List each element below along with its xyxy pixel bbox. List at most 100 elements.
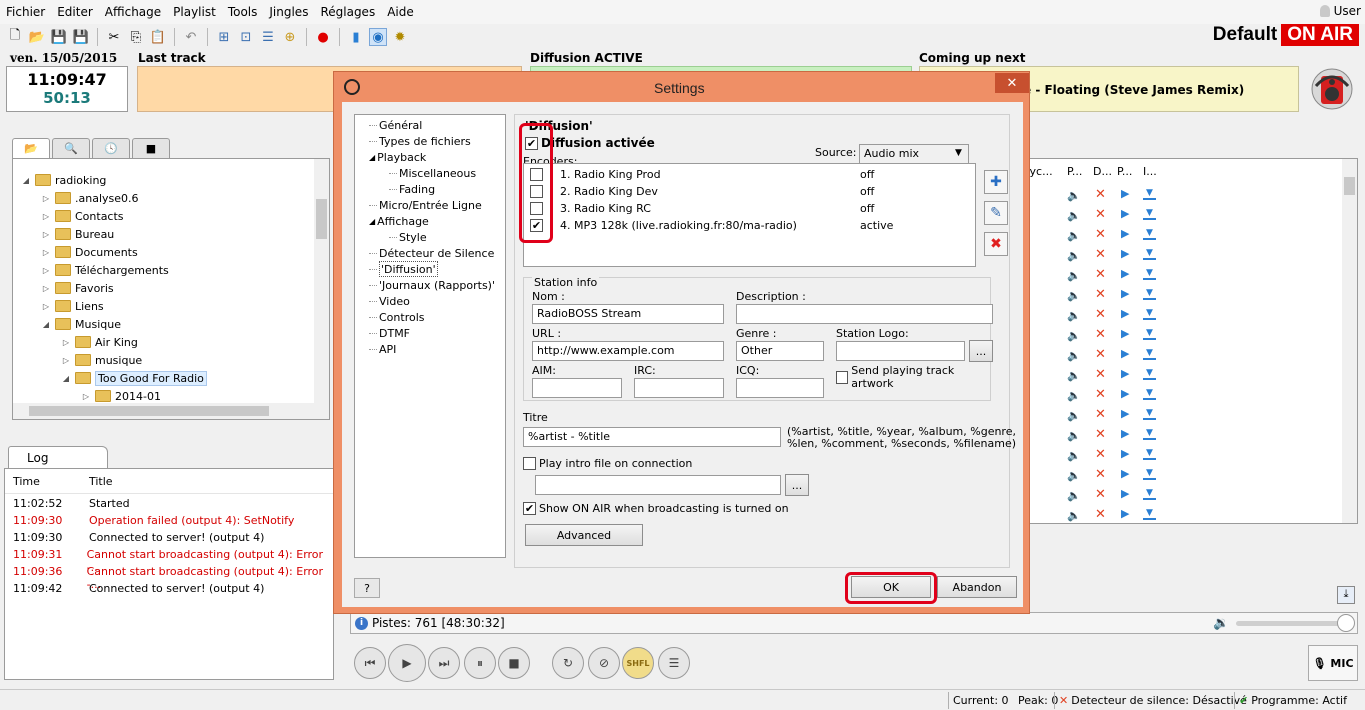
nav-file-types[interactable]: Types de fichiers bbox=[369, 133, 471, 149]
add-playlist-icon[interactable]: ☰ bbox=[259, 28, 277, 46]
tree-item[interactable]: ▷ Téléchargements bbox=[41, 261, 169, 279]
genre-input[interactable]: Other bbox=[736, 341, 824, 361]
repeat-button[interactable]: ↻ bbox=[552, 647, 584, 679]
insert-icon[interactable]: ▼ bbox=[1143, 229, 1156, 240]
delete-encoder-button[interactable]: ✖ bbox=[984, 232, 1008, 256]
preview-speaker-icon[interactable]: 🔈 bbox=[1067, 389, 1081, 402]
browse-intro-button[interactable]: ... bbox=[785, 474, 809, 496]
grid-vertical-scrollbar[interactable] bbox=[1342, 159, 1357, 523]
delete-icon[interactable]: ✕ bbox=[1095, 507, 1106, 522]
expand-icon[interactable]: ▷ bbox=[61, 356, 71, 365]
play-icon[interactable]: ▶ bbox=[1121, 367, 1129, 380]
url-input[interactable]: http://www.example.com bbox=[532, 341, 724, 361]
delete-icon[interactable]: ✕ bbox=[1095, 387, 1106, 402]
download-icon[interactable]: ⤓ bbox=[1337, 586, 1355, 604]
log-row-error[interactable]: 11:09:30 Operation failed (output 4): Set… bbox=[13, 514, 294, 531]
nav-api[interactable]: API bbox=[369, 341, 396, 357]
nav-controls[interactable]: Controls bbox=[369, 309, 425, 325]
grid-row[interactable]: 🔈 ✕ ▶ ▼ bbox=[1019, 465, 1341, 485]
tree-item[interactable]: ▷ Air King bbox=[61, 333, 138, 351]
grid-row[interactable]: 🔈 ✕ ▶ ▼ bbox=[1019, 365, 1341, 385]
scrollbar-thumb[interactable] bbox=[316, 199, 327, 239]
grid-row[interactable]: 🔈 ✕ ▶ ▼ bbox=[1019, 345, 1341, 365]
nav-video[interactable]: Video bbox=[369, 293, 410, 309]
insert-icon[interactable]: ▼ bbox=[1143, 509, 1156, 520]
insert-icon[interactable]: ▼ bbox=[1143, 389, 1156, 400]
encoder-row[interactable]: 2. Radio King Dev off bbox=[530, 183, 970, 200]
grid-row[interactable]: 🔈 ✕ ▶ ▼ bbox=[1019, 405, 1341, 425]
user-menu[interactable]: User bbox=[1319, 4, 1361, 18]
insert-icon[interactable]: ▼ bbox=[1143, 449, 1156, 460]
collapse-icon[interactable]: ◢ bbox=[41, 320, 51, 329]
insert-icon[interactable]: ▼ bbox=[1143, 429, 1156, 440]
tree-item[interactable]: ◢ radioking bbox=[21, 171, 107, 189]
expand-icon[interactable]: ▷ bbox=[81, 392, 91, 401]
menu-tools[interactable]: Tools bbox=[222, 5, 264, 19]
preview-speaker-icon[interactable]: 🔈 bbox=[1067, 249, 1081, 262]
preview-speaker-icon[interactable]: 🔈 bbox=[1067, 349, 1081, 362]
edit-encoder-button[interactable]: ✎ bbox=[984, 201, 1008, 225]
grid-row[interactable]: 🔈 ✕ ▶ ▼ bbox=[1019, 325, 1341, 345]
grid-row[interactable]: 🔈 ✕ ▶ ▼ bbox=[1019, 205, 1341, 225]
play-icon[interactable]: ▶ bbox=[1121, 387, 1129, 400]
delete-icon[interactable]: ✕ bbox=[1095, 247, 1106, 262]
expand-icon[interactable]: ▷ bbox=[41, 194, 51, 203]
play-icon[interactable]: ▶ bbox=[1121, 347, 1129, 360]
collapse-icon[interactable]: ◢ bbox=[369, 153, 375, 162]
block-button[interactable]: ⊘ bbox=[588, 647, 620, 679]
preview-speaker-icon[interactable]: 🔈 bbox=[1067, 429, 1081, 442]
nav-style[interactable]: Style bbox=[389, 229, 427, 245]
tab-library[interactable]: ■ bbox=[132, 138, 170, 158]
menu-aide[interactable]: Aide bbox=[381, 5, 420, 19]
menu-jingles[interactable]: Jingles bbox=[263, 5, 314, 19]
new-file-icon[interactable]: 🗋 bbox=[6, 28, 24, 46]
play-icon[interactable]: ▶ bbox=[1121, 447, 1129, 460]
undo-icon[interactable]: ↶ bbox=[182, 28, 200, 46]
play-icon[interactable]: ▶ bbox=[1121, 427, 1129, 440]
aim-input[interactable] bbox=[532, 378, 622, 398]
next-button[interactable]: ⏭ bbox=[428, 647, 460, 679]
play-icon[interactable]: ▶ bbox=[1121, 407, 1129, 420]
play-icon[interactable]: ▶ bbox=[1121, 507, 1129, 520]
grid-col-header[interactable]: I... bbox=[1143, 165, 1157, 178]
expand-icon[interactable]: ▷ bbox=[41, 284, 51, 293]
description-input[interactable] bbox=[736, 304, 993, 324]
nav-miscellaneous[interactable]: Miscellaneous bbox=[389, 165, 476, 181]
save-all-icon[interactable]: 💾 bbox=[72, 28, 90, 46]
play-intro-checkbox[interactable]: Play intro file on connection bbox=[523, 457, 692, 470]
delete-icon[interactable]: ✕ bbox=[1095, 207, 1106, 222]
encoder-row[interactable]: 1. Radio King Prod off bbox=[530, 166, 970, 183]
grid-col-header[interactable]: P... bbox=[1117, 165, 1132, 178]
play-icon[interactable]: ▶ bbox=[1121, 187, 1129, 200]
tree-horizontal-scrollbar[interactable] bbox=[13, 403, 329, 419]
preview-speaker-icon[interactable]: 🔈 bbox=[1067, 289, 1081, 302]
insert-icon[interactable]: ▼ bbox=[1143, 289, 1156, 300]
play-icon[interactable]: ▶ bbox=[1121, 227, 1129, 240]
log-row-error[interactable]: 11:09:31 Cannot start broadcasting (outpu… bbox=[13, 548, 333, 574]
tab-search[interactable]: 🔍 bbox=[52, 138, 90, 158]
grid-row[interactable]: 🔈 ✕ ▶ ▼ bbox=[1019, 505, 1341, 525]
save-icon[interactable]: 💾 bbox=[50, 28, 68, 46]
tree-item[interactable]: ◢ Musique bbox=[41, 315, 121, 333]
play-icon[interactable]: ▶ bbox=[1121, 267, 1129, 280]
expand-icon[interactable]: ▷ bbox=[41, 302, 51, 311]
preview-speaker-icon[interactable]: 🔈 bbox=[1067, 469, 1081, 482]
log-col-time[interactable]: Time bbox=[13, 475, 89, 492]
delete-icon[interactable]: ✕ bbox=[1095, 227, 1106, 242]
grid-row[interactable]: 🔈 ✕ ▶ ▼ bbox=[1019, 485, 1341, 505]
titre-input[interactable]: %artist - %title bbox=[523, 427, 781, 447]
shuffle-button[interactable]: SHFL bbox=[622, 647, 654, 679]
delete-icon[interactable]: ✕ bbox=[1095, 467, 1106, 482]
nav-silence-detector[interactable]: Détecteur de Silence bbox=[369, 245, 494, 261]
insert-icon[interactable]: ▼ bbox=[1143, 309, 1156, 320]
delete-icon[interactable]: ✕ bbox=[1095, 307, 1106, 322]
delete-icon[interactable]: ✕ bbox=[1095, 427, 1106, 442]
checkbox-checked[interactable]: ✔ bbox=[523, 502, 536, 515]
nav-general[interactable]: Général bbox=[369, 117, 422, 133]
preview-speaker-icon[interactable]: 🔈 bbox=[1067, 269, 1081, 282]
grid-row[interactable]: 🔈 ✕ ▶ ▼ bbox=[1019, 285, 1341, 305]
tree-item[interactable]: ▷ Favoris bbox=[41, 279, 114, 297]
previous-button[interactable]: ⏮ bbox=[354, 647, 386, 679]
tree-item-selected[interactable]: ◢ Too Good For Radio bbox=[61, 369, 207, 387]
collapse-icon[interactable]: ◢ bbox=[21, 176, 31, 185]
